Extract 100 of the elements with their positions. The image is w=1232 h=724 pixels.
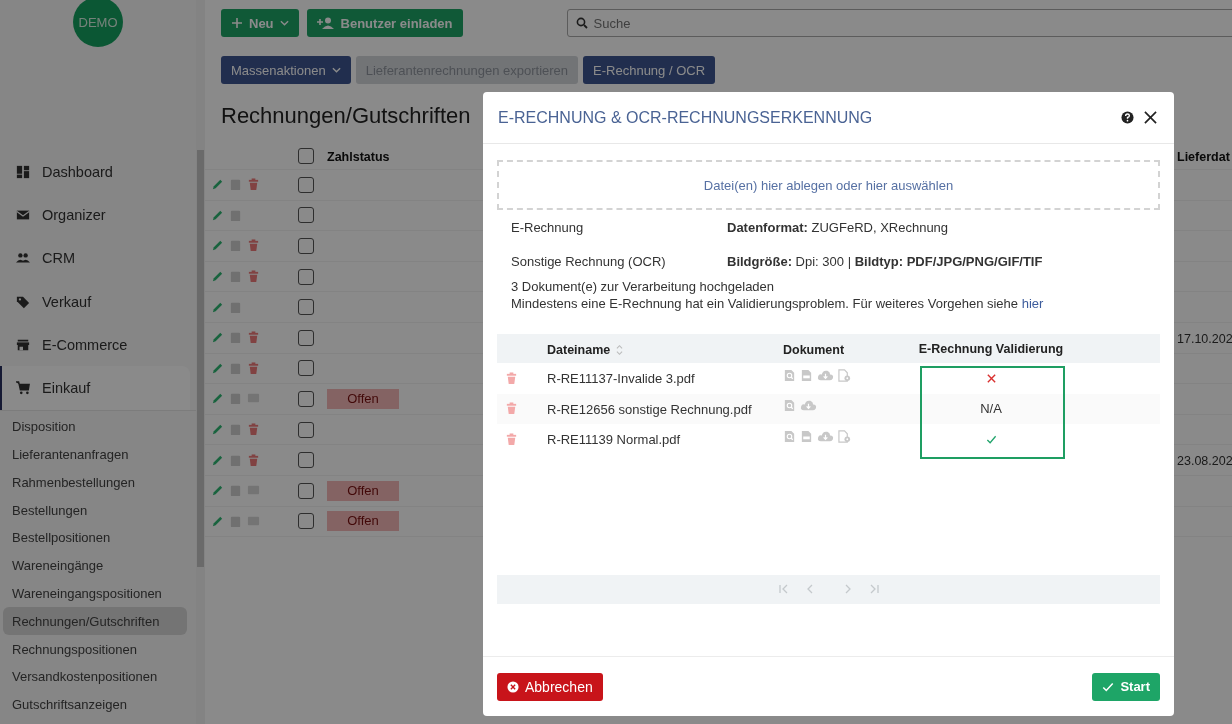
subnav-item[interactable]: Wareneingänge bbox=[3, 551, 187, 580]
copy-icon[interactable] bbox=[229, 514, 242, 528]
status-badge: Offen bbox=[327, 388, 399, 409]
subnav-item[interactable]: Bestellpositionen bbox=[3, 523, 187, 552]
copy-icon[interactable] bbox=[229, 331, 242, 345]
invite-button[interactable]: Benutzer einladen bbox=[306, 9, 463, 37]
pencil-icon[interactable] bbox=[211, 392, 224, 406]
column-header[interactable]: Dateiname bbox=[547, 342, 624, 357]
copy-icon[interactable] bbox=[229, 239, 242, 253]
checkbox[interactable] bbox=[298, 299, 314, 316]
nav-item[interactable]: Einkauf bbox=[0, 366, 190, 410]
checkbox[interactable] bbox=[298, 421, 314, 438]
status-badge: Offen bbox=[327, 480, 399, 501]
checkbox[interactable] bbox=[298, 513, 314, 530]
tag-icon bbox=[16, 294, 30, 309]
pencil-icon[interactable] bbox=[211, 453, 224, 467]
pencil-icon[interactable] bbox=[211, 270, 224, 284]
trash-icon[interactable] bbox=[247, 239, 260, 253]
pencil-icon[interactable] bbox=[211, 239, 224, 253]
pencil-icon[interactable] bbox=[211, 300, 224, 314]
copy-icon[interactable] bbox=[229, 453, 242, 467]
pdf-icon[interactable] bbox=[800, 429, 813, 443]
nav-item[interactable]: Verkauf bbox=[0, 279, 196, 324]
trash-icon[interactable] bbox=[247, 178, 260, 192]
nav-item[interactable]: Dashboard bbox=[0, 150, 196, 194]
copy-icon[interactable] bbox=[229, 361, 242, 375]
nav-item[interactable]: CRM bbox=[0, 236, 196, 280]
pdf-icon[interactable] bbox=[800, 368, 813, 382]
pencil-icon[interactable] bbox=[211, 514, 224, 528]
subnav-item[interactable]: Rechnungspositionen bbox=[3, 635, 187, 663]
search-field[interactable]: Suche bbox=[566, 9, 1232, 37]
cloud-download-icon[interactable] bbox=[817, 368, 834, 382]
pencil-icon[interactable] bbox=[211, 484, 224, 498]
cloud-download-icon[interactable] bbox=[817, 429, 834, 443]
copy-icon[interactable] bbox=[229, 270, 242, 284]
cloud-download-icon[interactable] bbox=[800, 399, 817, 413]
cart-icon bbox=[16, 381, 30, 396]
checkbox[interactable] bbox=[298, 207, 314, 224]
help-icon[interactable] bbox=[1121, 111, 1134, 124]
subnav-item[interactable]: Versandkostenpositionen bbox=[3, 662, 187, 691]
subnav-item[interactable]: Disposition bbox=[3, 412, 187, 441]
checkbox[interactable] bbox=[298, 360, 314, 377]
column-header: E-Rechnung Validierung bbox=[918, 341, 1064, 356]
drop-zone[interactable]: Datei(en) hier ablegen oder hier auswählen bbox=[497, 160, 1160, 210]
new-button[interactable]: Neu bbox=[221, 9, 299, 37]
subnav-item[interactable]: Wareneingangspositionen bbox=[3, 579, 187, 608]
document-gear-icon[interactable] bbox=[838, 368, 851, 382]
checkbox[interactable] bbox=[298, 238, 314, 254]
scrollbar[interactable] bbox=[197, 150, 204, 567]
pencil-icon[interactable] bbox=[211, 208, 224, 222]
trash-icon[interactable] bbox=[505, 402, 518, 416]
trash-icon[interactable] bbox=[505, 371, 518, 385]
checkbox[interactable] bbox=[298, 176, 314, 193]
start-button[interactable]: Start bbox=[1092, 672, 1160, 701]
checkbox[interactable] bbox=[298, 147, 314, 164]
preview-icon[interactable] bbox=[783, 368, 796, 382]
checkbox[interactable] bbox=[298, 482, 314, 499]
status-badge: Offen bbox=[327, 511, 399, 532]
checkbox[interactable] bbox=[298, 390, 314, 407]
pencil-icon[interactable] bbox=[211, 331, 224, 345]
copy-icon[interactable] bbox=[229, 178, 242, 192]
plus-icon bbox=[231, 17, 243, 29]
pencil-icon[interactable] bbox=[211, 361, 224, 375]
close-icon[interactable] bbox=[1144, 111, 1157, 124]
trash-icon[interactable] bbox=[247, 331, 260, 345]
column-header[interactable]: Lieferdat bbox=[1177, 149, 1230, 164]
copy-icon[interactable] bbox=[229, 484, 242, 498]
trash-icon[interactable] bbox=[505, 432, 518, 446]
table-cell: 23.08.202 bbox=[1177, 454, 1232, 469]
checkbox[interactable] bbox=[298, 329, 314, 346]
action-button[interactable]: E-Rechnung / OCR bbox=[583, 56, 716, 84]
subnav-item[interactable]: Lieferantenanfragen bbox=[3, 440, 187, 469]
preview-icon[interactable] bbox=[783, 429, 796, 443]
help-link[interactable]: hier bbox=[1021, 296, 1044, 311]
add-user-icon bbox=[316, 17, 335, 29]
column-header[interactable]: Zahlstatus bbox=[327, 149, 390, 164]
copy-icon[interactable] bbox=[229, 208, 242, 222]
preview-icon[interactable] bbox=[783, 399, 796, 413]
subnav-item[interactable]: Gutschriftsanzeigen bbox=[3, 690, 187, 719]
page-title: Rechnungen/Gutschriften bbox=[221, 103, 471, 129]
subnav-item[interactable]: Bestellungen bbox=[3, 496, 187, 524]
pencil-icon[interactable] bbox=[211, 423, 224, 437]
cancel-button[interactable]: Abbrechen bbox=[497, 672, 603, 701]
subnav-item[interactable]: Rahmenbestellungen bbox=[3, 468, 187, 497]
copy-icon[interactable] bbox=[229, 300, 242, 314]
subnav-item[interactable]: Rechnungen/Gutschriften bbox=[3, 607, 187, 636]
checkbox[interactable] bbox=[298, 268, 314, 285]
table-cell: 17.10.202 bbox=[1177, 331, 1232, 346]
cancel-icon bbox=[507, 680, 519, 693]
trash-icon[interactable] bbox=[247, 361, 260, 375]
document-gear-icon[interactable] bbox=[838, 429, 851, 443]
checkbox[interactable] bbox=[298, 452, 314, 469]
copy-icon[interactable] bbox=[229, 423, 242, 437]
nav-item[interactable]: Organizer bbox=[0, 193, 196, 237]
trash-icon[interactable] bbox=[247, 453, 260, 467]
trash-icon[interactable] bbox=[247, 270, 260, 284]
copy-icon[interactable] bbox=[229, 392, 242, 406]
bulk-actions-button[interactable]: Massenaktionen bbox=[221, 56, 351, 84]
pencil-icon[interactable] bbox=[211, 178, 224, 192]
trash-icon[interactable] bbox=[247, 423, 260, 437]
